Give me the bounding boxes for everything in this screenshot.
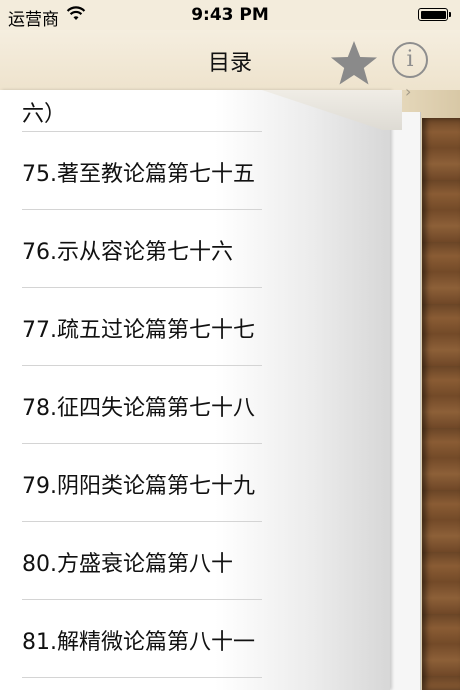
- toc-item[interactable]: 78.征四失论篇第七十八: [22, 390, 255, 422]
- toc-item[interactable]: 79.阴阳类论篇第七十九: [22, 468, 255, 500]
- divider: [22, 131, 262, 132]
- divider: [22, 287, 262, 288]
- status-bar: 运营商 9:43 PM: [0, 0, 460, 30]
- toc-item[interactable]: 76.示从容论第七十六: [22, 234, 233, 266]
- page-title: 目录: [207, 51, 252, 76]
- divider: [22, 209, 262, 210]
- info-button[interactable]: i: [392, 42, 428, 78]
- battery-icon: [418, 8, 451, 21]
- page-edge: [414, 112, 421, 690]
- toc-item[interactable]: 75.著至教论篇第七十五: [22, 156, 255, 188]
- toc-item[interactable]: 81.解精微论篇第八十一: [22, 624, 255, 656]
- page-corner-chevron-icon: ›: [405, 82, 412, 101]
- toc-item[interactable]: 80.方盛衰论篇第八十: [22, 546, 233, 578]
- bookmark-star-button[interactable]: [328, 38, 380, 88]
- divider: [22, 365, 262, 366]
- toc-item[interactable]: 77.疏五过论篇第七十七: [22, 312, 255, 344]
- wood-spine: [422, 118, 460, 690]
- star-icon: [331, 41, 377, 85]
- status-time: 9:43 PM: [191, 5, 269, 25]
- divider: [22, 521, 262, 522]
- nav-bar: 目录 i: [0, 30, 460, 90]
- toc-page[interactable]: 六） 75.著至教论篇第七十五 76.示从容论第七十六 77.疏五过论篇第七十七…: [0, 90, 390, 690]
- divider: [22, 443, 262, 444]
- divider: [22, 599, 262, 600]
- divider: [22, 677, 262, 678]
- info-icon: i: [406, 47, 414, 72]
- toc-item[interactable]: 六）: [22, 96, 66, 128]
